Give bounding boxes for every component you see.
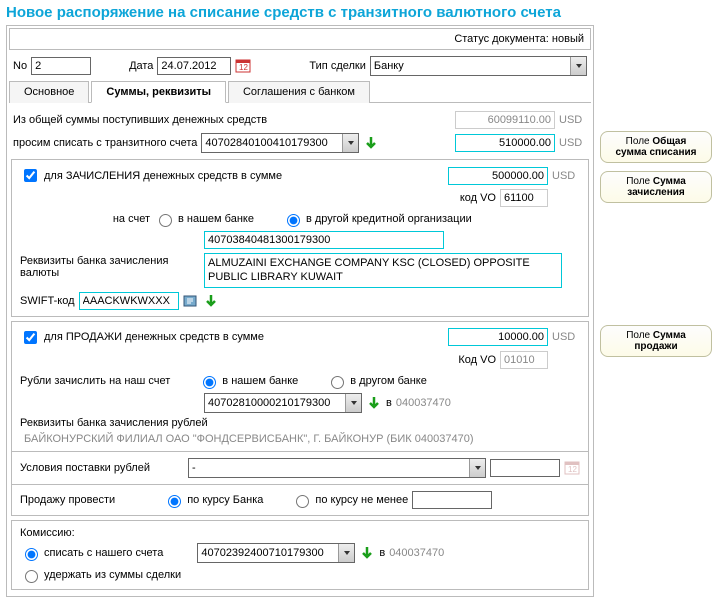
sale-vo-label: Код VO xyxy=(458,354,496,366)
page-title: Новое распоряжение на списание средств с… xyxy=(0,0,722,23)
status-bar: Статус документа: новый xyxy=(9,28,591,50)
swift-label: SWIFT-код xyxy=(20,295,75,307)
total-sum-value xyxy=(455,111,555,129)
transit-account-dropdown[interactable] xyxy=(201,133,359,153)
deal-type-dropdown[interactable] xyxy=(370,56,587,76)
tabs: Основное Суммы, реквизиты Соглашения с б… xyxy=(9,78,591,103)
swift-input[interactable] xyxy=(79,292,179,310)
radio-rub-our[interactable]: в нашем банке xyxy=(198,373,298,389)
in-label: в xyxy=(379,547,385,559)
rub-bank-details: БАЙКОНУРСКИЙ ФИЛИАЛ ОАО "ФОНДСЕРВИСБАНК"… xyxy=(20,433,474,445)
sale-sum-input[interactable] xyxy=(448,328,548,346)
no-label: No xyxy=(13,60,27,72)
svg-text:12: 12 xyxy=(239,63,248,72)
arrow-down-icon[interactable] xyxy=(203,293,219,309)
svg-text:12: 12 xyxy=(568,465,577,474)
in-label: в xyxy=(386,397,392,409)
credit-bank-details[interactable]: ALMUZAINI EXCHANGE COMPANY KSC (CLOSED) … xyxy=(204,253,562,288)
total-sum-label: Из общей суммы поступивших денежных сред… xyxy=(13,114,267,126)
arrow-down-icon[interactable] xyxy=(366,395,382,411)
callout-credit-sum: Поле Сумма зачисления xyxy=(600,171,712,203)
rub-bank-label: Реквизиты банка зачисления рублей xyxy=(20,417,208,429)
terms-dropdown[interactable] xyxy=(188,458,486,478)
vo-value xyxy=(500,189,548,207)
credit-group: для ЗАЧИСЛЕНИЯ денежных средств в сумме … xyxy=(11,159,589,317)
radio-rate-min[interactable]: по курсу не менее xyxy=(291,492,408,508)
sale-group: для ПРОДАЖИ денежных средств в сумме USD… xyxy=(11,321,589,516)
radio-our-bank[interactable]: в нашем банке xyxy=(154,211,254,227)
status-value: новый xyxy=(552,33,584,45)
rub-bik: 040037470 xyxy=(396,397,451,409)
exec-label: Продажу провести xyxy=(20,494,115,506)
chevron-down-icon[interactable] xyxy=(338,544,354,562)
calendar-icon[interactable]: 12 xyxy=(564,460,580,476)
radio-comm-hold[interactable]: удержать из суммы сделки xyxy=(20,567,181,583)
callout-total-write: Поле Общая сумма списания xyxy=(600,131,712,163)
rate-min-input[interactable] xyxy=(412,491,492,509)
commission-group: Комиссию: списать с нашего счета в 04003… xyxy=(11,520,589,590)
credit-sum-input[interactable] xyxy=(448,167,548,185)
arrow-down-icon[interactable] xyxy=(363,135,379,151)
radio-comm-write[interactable]: списать с нашего счета xyxy=(20,545,163,561)
terms-label: Условия поставки рублей xyxy=(20,462,150,474)
tab-sums[interactable]: Суммы, реквизиты xyxy=(91,81,226,103)
account-label: на счет xyxy=(20,213,150,225)
credit-checkbox[interactable] xyxy=(24,169,37,182)
chevron-down-icon[interactable] xyxy=(469,459,485,477)
commission-label: Комиссию: xyxy=(20,527,75,539)
total-sum-currency: USD xyxy=(559,114,587,126)
chevron-down-icon[interactable] xyxy=(570,57,586,75)
main-panel: Статус документа: новый No Дата 12 Тип с… xyxy=(6,25,594,597)
credit-bank-label: Реквизиты банка зачисления валюты xyxy=(20,253,200,279)
transit-currency: USD xyxy=(559,137,587,149)
rub-account-label: Рубли зачислить на наш счет xyxy=(20,375,170,387)
credit-account-input[interactable] xyxy=(204,231,444,249)
lookup-icon[interactable] xyxy=(183,293,199,309)
vo-label: код VO xyxy=(460,192,496,204)
no-input[interactable] xyxy=(31,57,91,75)
rub-account-dropdown[interactable] xyxy=(204,393,362,413)
terms-date-input[interactable] xyxy=(490,459,560,477)
callout-sale-sum: Поле Сумма продажи xyxy=(600,325,712,357)
radio-rate-bank[interactable]: по курсу Банка xyxy=(163,492,263,508)
date-input[interactable] xyxy=(157,57,231,75)
transit-label: просим списать с транзитного счета xyxy=(13,137,197,149)
transit-sum-input[interactable] xyxy=(455,134,555,152)
sale-checkbox[interactable] xyxy=(24,331,37,344)
credit-currency: USD xyxy=(552,170,580,182)
tab-main[interactable]: Основное xyxy=(9,81,89,103)
calendar-icon[interactable]: 12 xyxy=(235,58,251,74)
credit-label: для ЗАЧИСЛЕНИЯ денежных средств в сумме xyxy=(44,170,282,182)
deal-type-label: Тип сделки xyxy=(309,60,365,72)
date-label: Дата xyxy=(129,60,153,72)
radio-rub-other[interactable]: в другом банке xyxy=(326,373,427,389)
sale-vo-value xyxy=(500,351,548,369)
status-label: Статус документа: xyxy=(454,33,549,45)
radio-other-bank[interactable]: в другой кредитной организации xyxy=(282,211,472,227)
comm-account-dropdown[interactable] xyxy=(197,543,355,563)
chevron-down-icon[interactable] xyxy=(342,134,358,152)
chevron-down-icon[interactable] xyxy=(345,394,361,412)
arrow-down-icon[interactable] xyxy=(359,545,375,561)
tab-agreements[interactable]: Соглашения с банком xyxy=(228,81,370,103)
sale-label: для ПРОДАЖИ денежных средств в сумме xyxy=(44,331,264,343)
comm-bik: 040037470 xyxy=(389,547,444,559)
sale-currency: USD xyxy=(552,331,580,343)
